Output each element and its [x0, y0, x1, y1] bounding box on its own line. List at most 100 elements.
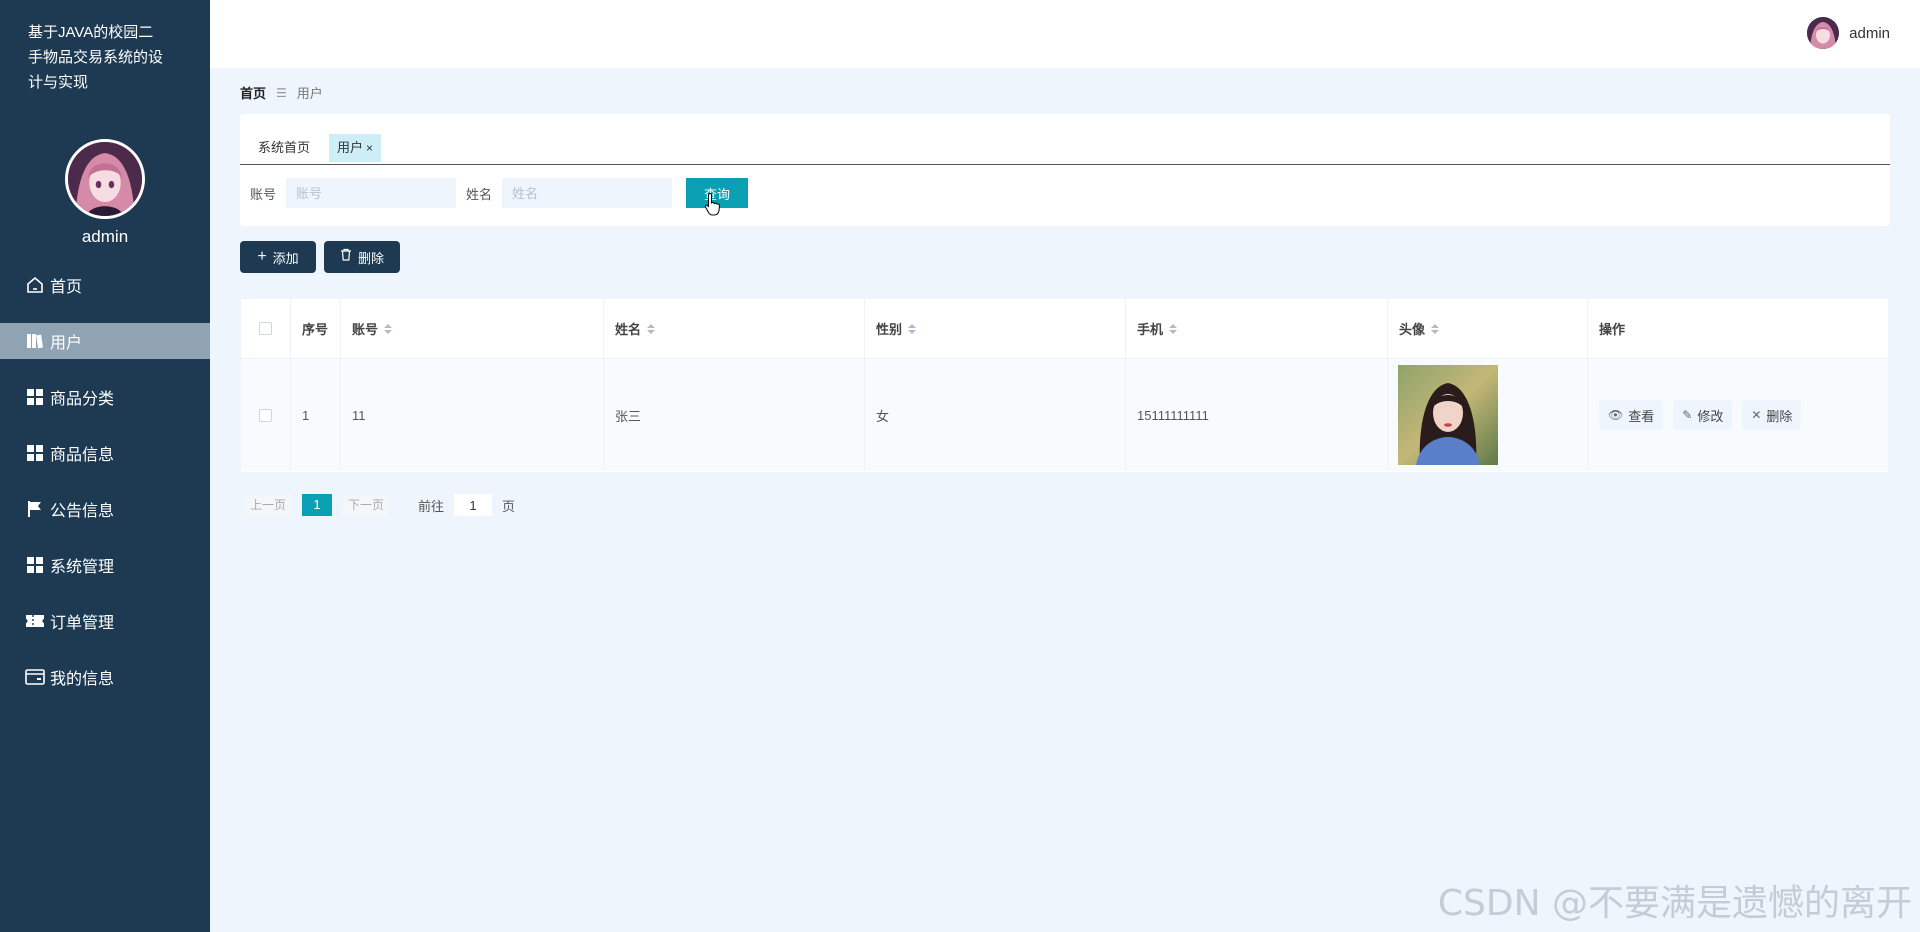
sidebar-item-products[interactable]: 商品信息 [0, 435, 210, 471]
edit-button[interactable]: ✎ 修改 [1673, 400, 1733, 430]
add-button[interactable]: + 添加 [240, 241, 316, 273]
user-photo[interactable] [1398, 365, 1498, 465]
next-page-button[interactable]: 下一页 [342, 494, 391, 516]
column-header[interactable]: 姓名 [604, 299, 865, 358]
sidebar-username: admin [81, 227, 129, 246]
column-header-label: 性别 [876, 322, 903, 337]
avatar [1807, 17, 1840, 49]
hand-cursor-icon [704, 192, 721, 216]
account-label: 账号 [250, 186, 277, 202]
top-header: admin [210, 0, 1920, 68]
watermark: CSDN @不要满是遗憾的离开 [1437, 883, 1912, 924]
account-input[interactable] [286, 178, 457, 208]
breadcrumb: 首页 ☰ 用户 [240, 83, 323, 102]
sidebar-item-category[interactable]: 商品分类 [0, 379, 210, 415]
sidebar-item-orders[interactable]: 订单管理 [0, 603, 210, 639]
ticket-icon [25, 611, 45, 631]
row-delete-button-label: 删除 [1766, 408, 1793, 424]
page-unit-label: 页 [502, 498, 516, 514]
sort-icon[interactable] [1431, 323, 1440, 335]
column-header[interactable]: 账号 [341, 299, 604, 358]
column-header[interactable]: 手机 [1126, 299, 1388, 358]
phone-cell: 15111111111 [1126, 359, 1388, 471]
sidebar-item-label: 商品分类 [50, 391, 115, 408]
close-icon[interactable]: × [366, 141, 373, 155]
delete-button[interactable]: 删除 [324, 241, 400, 273]
tab-bar: 系统首页 用户 × [240, 132, 1890, 165]
column-header-label: 头像 [1399, 322, 1426, 337]
name-cell: 张三 [604, 359, 865, 471]
edit-button-label: 修改 [1697, 408, 1724, 424]
row-select-cell [241, 359, 291, 471]
system-title-line: 计与实现 [28, 74, 89, 91]
sort-icon[interactable] [647, 323, 656, 335]
grid-icon [25, 443, 45, 463]
column-header-label: 姓名 [615, 322, 642, 337]
breadcrumb-home[interactable]: 首页 [240, 83, 266, 102]
eye-icon: 👁 [1608, 408, 1624, 422]
column-header[interactable]: 头像 [1388, 299, 1588, 358]
goto-page-input[interactable] [454, 494, 493, 516]
column-header: 操作 [1588, 299, 1888, 358]
sidebar-avatar [65, 139, 145, 219]
column-header-label: 账号 [352, 322, 379, 337]
sort-icon[interactable] [384, 323, 393, 335]
column-header-label: 手机 [1137, 322, 1164, 337]
breadcrumb-current: 用户 [296, 86, 323, 101]
flag-icon [25, 499, 45, 519]
sidebar-item-profile[interactable]: 我的信息 [0, 659, 210, 695]
card-icon [25, 667, 45, 687]
tab-label: 用户 [337, 140, 364, 155]
close-icon: ✕ [1751, 408, 1762, 422]
account-cell: 11 [341, 359, 604, 471]
home-icon [25, 275, 45, 295]
table-header: 序号 账号 姓名 性别 手机 头像 操作 [241, 299, 1888, 359]
avatar-cell [1388, 359, 1588, 471]
name-label: 姓名 [466, 186, 493, 202]
add-button-label: 添加 [272, 250, 299, 266]
sidebar-item-label: 公告信息 [50, 503, 115, 520]
tab-label: 系统首页 [258, 140, 311, 155]
column-header[interactable]: 性别 [865, 299, 1126, 358]
sidebar: 基于JAVA的校园二 手物品交易系统的设 计与实现 admin 首页 用户 商品… [0, 0, 210, 932]
grid-icon [25, 555, 45, 575]
column-header: 序号 [291, 299, 341, 358]
select-all-checkbox[interactable] [259, 322, 272, 335]
sidebar-item-home[interactable]: 首页 [0, 267, 210, 303]
sidebar-item-label: 我的信息 [50, 671, 115, 688]
search-form: 账号 姓名 查询 [240, 177, 749, 209]
tab-users[interactable]: 用户 × [329, 134, 382, 162]
sidebar-item-system[interactable]: 系统管理 [0, 547, 210, 583]
gender-cell: 女 [865, 359, 1126, 471]
sidebar-menu: 首页 用户 商品分类 商品信息 公告信息 系统管理 订单管理 我的信息 [0, 267, 210, 695]
prev-page-button[interactable]: 上一页 [244, 494, 293, 516]
trash-icon [340, 248, 352, 266]
sort-icon[interactable] [1169, 323, 1178, 335]
table-row: 1 11 张三 女 15111111111 👁 查看 ✎ 修改 ✕ 删除 [241, 359, 1888, 471]
system-title-line: 手物品交易系统的设 [28, 49, 164, 66]
breadcrumb-separator-icon: ☰ [276, 85, 287, 100]
column-header-label: 序号 [302, 322, 329, 337]
book-icon [25, 331, 45, 351]
header-username: admin [1849, 24, 1890, 42]
sort-icon[interactable] [908, 323, 917, 335]
plus-icon: + [257, 248, 267, 265]
row-checkbox[interactable] [259, 408, 272, 422]
page-number-current[interactable]: 1 [302, 494, 333, 516]
sidebar-item-label: 商品信息 [50, 447, 115, 464]
tab-dashboard[interactable]: 系统首页 [248, 132, 320, 164]
name-input[interactable] [502, 178, 673, 208]
select-all-cell [241, 299, 291, 358]
sidebar-item-users[interactable]: 用户 [0, 323, 210, 359]
search-panel: 系统首页 用户× 账号 姓名 查询 [240, 114, 1890, 226]
user-menu[interactable]: admin [1807, 17, 1890, 49]
row-delete-button[interactable]: ✕ 删除 [1742, 400, 1802, 430]
sidebar-item-label: 用户 [50, 335, 83, 352]
pagination: 上一页 1 下一页 前往 页 [244, 494, 515, 516]
sidebar-item-notices[interactable]: 公告信息 [0, 491, 210, 527]
edit-icon: ✎ [1682, 408, 1693, 422]
sidebar-item-label: 系统管理 [50, 559, 115, 576]
grid-icon [25, 387, 45, 407]
view-button[interactable]: 👁 查看 [1599, 400, 1664, 430]
column-header-label: 操作 [1599, 322, 1626, 337]
